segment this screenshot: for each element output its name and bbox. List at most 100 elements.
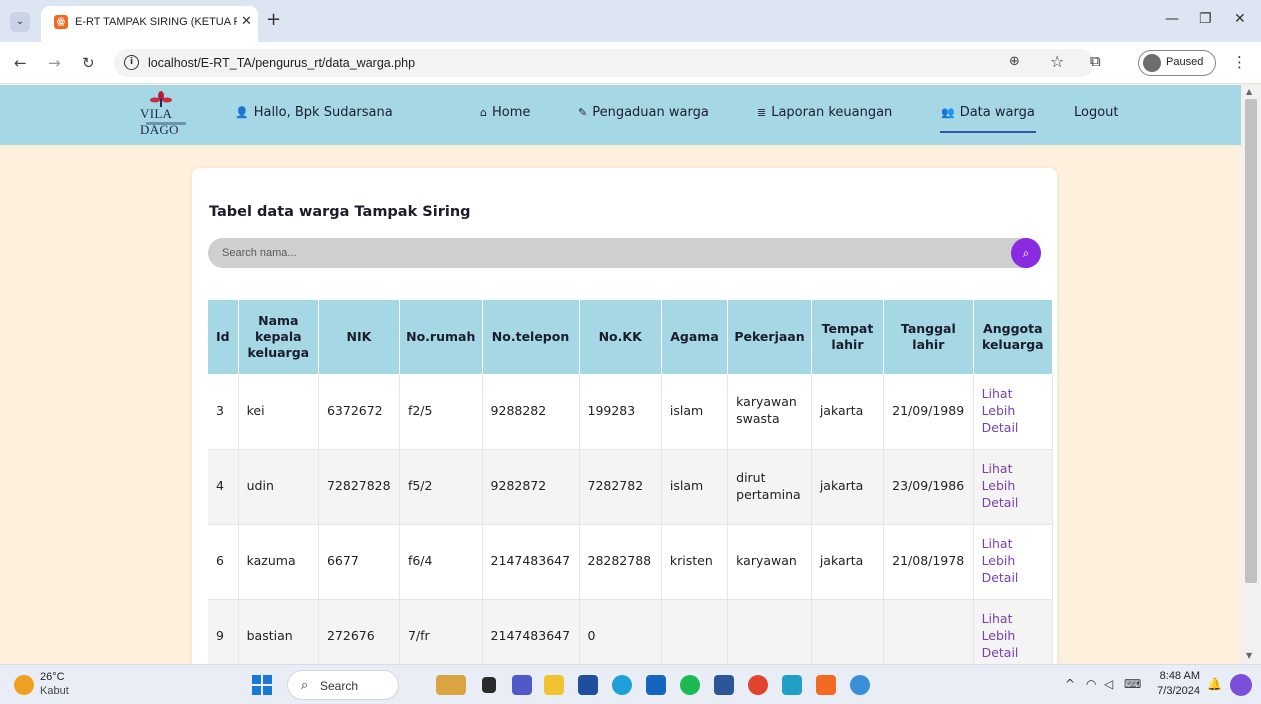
nav-laporan[interactable]: ≣ Laporan keuangan <box>757 105 892 120</box>
taskbar-search[interactable]: ⌕ Search <box>287 670 399 700</box>
tab-title: E-RT TAMPAK SIRING (KETUA RT) <box>75 16 237 28</box>
xampp-icon[interactable] <box>816 675 836 695</box>
nav-logout[interactable]: Logout <box>1074 105 1119 120</box>
clock-time[interactable]: 8:48 AM <box>1152 670 1200 682</box>
windows-start-icon[interactable] <box>252 675 272 695</box>
col-header-id: Id <box>208 300 239 374</box>
close-window-icon[interactable]: ✕ <box>1234 11 1246 27</box>
edge-icon[interactable] <box>612 675 632 695</box>
profile-button[interactable]: Paused <box>1138 50 1216 76</box>
cell-nama: kei <box>238 374 319 450</box>
col-header-anggota: Anggota keluarga <box>973 300 1054 374</box>
cell-tanggal: 21/08/1978 <box>883 524 974 600</box>
extensions-icon[interactable]: ⧉ <box>1090 52 1101 70</box>
cell-pekerjaan <box>727 599 812 675</box>
nav-greeting[interactable]: 👤 Hallo, Bpk Sudarsana <box>235 105 393 120</box>
cell-tempat: jakarta <box>811 524 885 600</box>
weather-temp[interactable]: 26°C <box>40 671 65 683</box>
detail-link[interactable]: Lihat Lebih Detail <box>982 536 1019 585</box>
url-text[interactable]: localhost/E-RT_TA/pengurus_rt/data_warga… <box>148 56 415 70</box>
cell-tempat: jakarta <box>811 449 885 525</box>
database-icon: ≣ <box>757 106 767 119</box>
detail-link[interactable]: Lihat Lebih Detail <box>982 461 1019 510</box>
chrome-icon[interactable] <box>748 675 768 695</box>
cell-pekerjaan: dirut pertamina <box>727 449 812 525</box>
terminal-icon[interactable] <box>782 675 802 695</box>
cell-kk: 28282788 <box>579 524 662 600</box>
warga-table: Id Nama kepala keluarga NIK No.rumah No.… <box>208 300 1054 675</box>
word-icon[interactable] <box>714 675 734 695</box>
forward-icon[interactable]: → <box>48 54 61 72</box>
cell-id: 4 <box>208 449 239 525</box>
notification-bell-icon[interactable]: 🔔 <box>1207 677 1222 691</box>
search-button[interactable]: ⌕ <box>1011 238 1041 268</box>
file-explorer-icon[interactable] <box>544 675 564 695</box>
cell-telepon: 2147483647 <box>482 524 580 600</box>
minimize-icon[interactable]: — <box>1165 11 1179 27</box>
app-icon[interactable] <box>850 675 870 695</box>
flower-logo-icon <box>150 91 172 107</box>
new-tab-icon[interactable]: + <box>266 10 281 30</box>
nav-pengaduan-label: Pengaduan warga <box>592 105 709 120</box>
task-view-icon[interactable] <box>482 677 496 693</box>
edit-icon: ✎ <box>578 106 588 119</box>
cell-nik: 6372672 <box>318 374 400 450</box>
store-icon[interactable] <box>578 675 598 695</box>
detail-link[interactable]: Lihat Lebih Detail <box>982 611 1019 660</box>
mail-icon[interactable] <box>646 675 666 695</box>
cell-nik: 272676 <box>318 599 400 675</box>
tray-chevron-icon[interactable]: ^ <box>1065 677 1075 691</box>
cell-telepon: 9288282 <box>482 374 580 450</box>
profile-status: Paused <box>1166 56 1204 68</box>
detail-link[interactable]: Lihat Lebih Detail <box>982 386 1019 435</box>
cell-rumah: 7/fr <box>399 599 483 675</box>
page-scrollbar[interactable]: ▲ ▼ <box>1241 85 1261 664</box>
scroll-up-icon[interactable]: ▲ <box>1246 87 1252 96</box>
cell-kk: 7282782 <box>579 449 662 525</box>
nav-laporan-label: Laporan keuangan <box>771 105 893 120</box>
widgets-icon[interactable] <box>436 675 466 695</box>
cell-tempat: jakarta <box>811 374 885 450</box>
zoom-icon[interactable]: ⊕ <box>1009 54 1020 69</box>
volume-icon[interactable]: ◁ <box>1104 677 1113 691</box>
site-info-icon[interactable]: i <box>124 55 139 70</box>
tab-search-chevron-icon[interactable]: ⌄ <box>10 12 30 32</box>
spotify-icon[interactable] <box>680 675 700 695</box>
cell-pekerjaan: karyawan swasta <box>727 374 812 450</box>
cell-tanggal <box>883 599 974 675</box>
tab-close-icon[interactable]: ✕ <box>241 14 252 29</box>
bookmark-star-icon[interactable]: ☆ <box>1050 52 1064 71</box>
users-icon: 👥 <box>941 106 955 119</box>
weather-fog-icon[interactable] <box>14 675 34 695</box>
cell-rumah: f6/4 <box>399 524 483 600</box>
nav-pengaduan[interactable]: ✎ Pengaduan warga <box>578 105 709 120</box>
keyboard-language-icon[interactable]: ⌨ <box>1124 677 1141 691</box>
clock-date[interactable]: 7/3/2024 <box>1148 685 1200 697</box>
nav-data-warga[interactable]: 👥 Data warga <box>941 105 1035 120</box>
browser-tab-active[interactable]: ꙮ E-RT TAMPAK SIRING (KETUA RT) ✕ <box>41 6 258 42</box>
cell-agama: kristen <box>661 524 729 600</box>
cell-id: 9 <box>208 599 239 675</box>
cell-kk: 199283 <box>579 374 662 450</box>
search-icon: ⌕ <box>301 678 309 693</box>
browser-toolbar: ← → ↻ i localhost/E-RT_TA/pengurus_rt/da… <box>0 42 1261 84</box>
reload-icon[interactable]: ↻ <box>82 54 95 72</box>
site-logo[interactable]: VILA DAGO <box>140 91 206 137</box>
cell-telepon: 9282872 <box>482 449 580 525</box>
cell-tanggal: 23/09/1986 <box>883 449 974 525</box>
teams-icon[interactable] <box>512 675 532 695</box>
scroll-down-icon[interactable]: ▼ <box>1246 651 1252 660</box>
copilot-icon[interactable] <box>1230 674 1252 696</box>
weather-desc[interactable]: Kabut <box>40 685 69 697</box>
menu-kebab-icon[interactable]: ⋮ <box>1232 53 1247 71</box>
back-icon[interactable]: ← <box>14 54 27 72</box>
address-bar[interactable]: i localhost/E-RT_TA/pengurus_rt/data_war… <box>114 49 1094 77</box>
nav-home[interactable]: ⌂ Home <box>480 105 530 120</box>
wifi-icon[interactable]: ◠ <box>1086 677 1096 691</box>
cell-nik: 72827828 <box>318 449 400 525</box>
xampp-favicon-icon: ꙮ <box>54 15 68 29</box>
search-input[interactable] <box>208 238 1008 268</box>
scroll-thumb[interactable] <box>1245 99 1257 583</box>
restore-icon[interactable]: ❐ <box>1199 11 1212 27</box>
table-row: 4 udin 72827828 f5/2 9282872 7282782 isl… <box>208 449 1054 525</box>
